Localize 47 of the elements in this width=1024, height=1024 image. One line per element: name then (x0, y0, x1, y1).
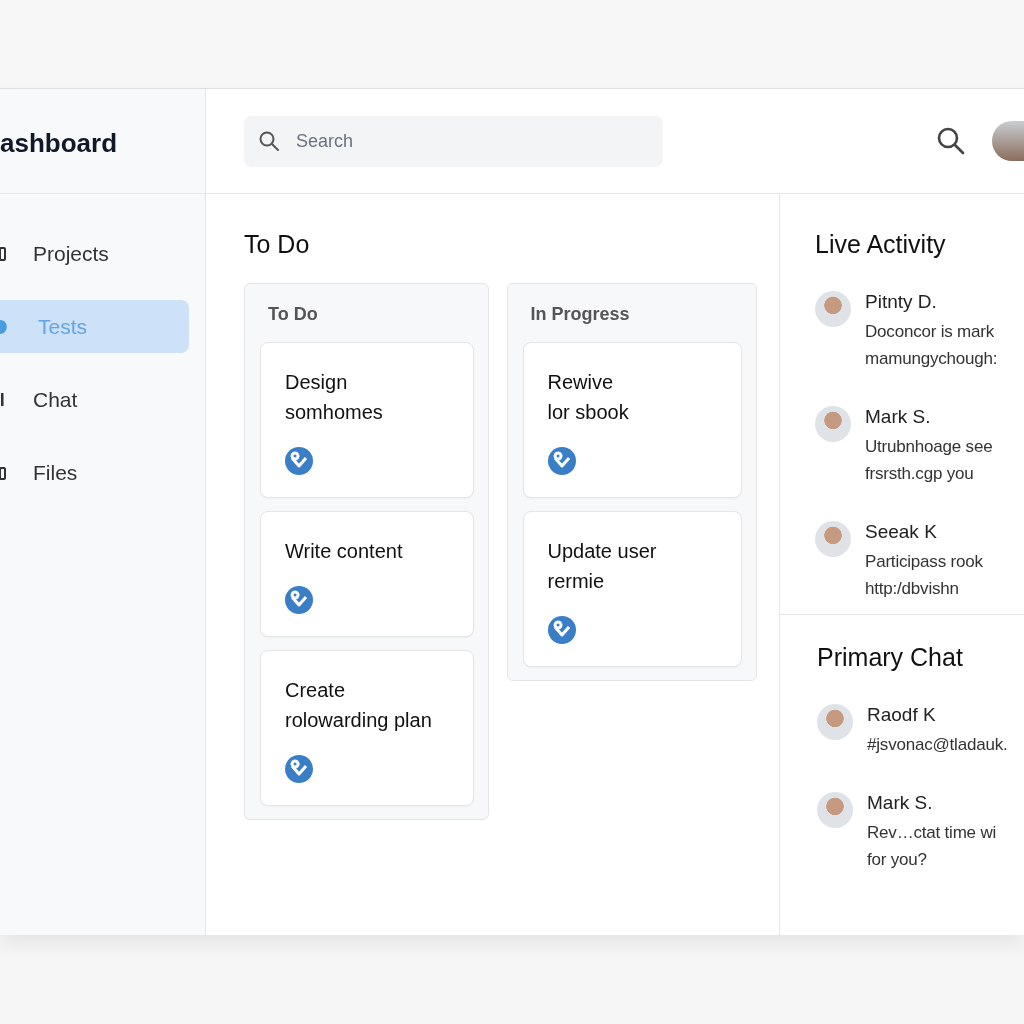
sidebar-item[interactable]: Files (0, 446, 189, 499)
search-input[interactable]: Search (294, 129, 649, 153)
user-name: Mark S. (865, 406, 932, 428)
badge-icon (547, 447, 576, 475)
activity-message: Participass rook http:/dbvishn (865, 551, 983, 600)
search-icon[interactable] (936, 126, 966, 156)
chat-message: Rev…ctat time wi for you? (867, 822, 997, 871)
task-title: Create rolowarding plan (285, 678, 433, 733)
search-field[interactable]: Search (244, 115, 663, 167)
task-card[interactable]: Update user rermie (522, 511, 742, 667)
nav-icon (0, 317, 7, 336)
column-title: To Do (268, 304, 319, 325)
task-card[interactable]: Rewive lor sbook (522, 342, 742, 498)
badge-icon (547, 616, 576, 644)
task-title: Rewive lor sbook (547, 370, 630, 425)
user-name: Pitnty D. (865, 291, 938, 313)
chat-message: #jsvonac@tladauk. (867, 734, 1008, 756)
user-name: Mark S. (867, 792, 934, 814)
task-title: Design somhomes (285, 370, 384, 425)
task-card[interactable]: Write content (260, 511, 474, 637)
board-title: To Do (244, 230, 311, 259)
user-name: Seeak K (865, 521, 938, 543)
nav-icon (0, 390, 7, 409)
avatar (815, 521, 851, 557)
activity-message: Doconcor is mark mamungychough: (865, 321, 998, 370)
badge-icon (285, 586, 313, 614)
avatar (817, 704, 853, 740)
task-title: Write content (285, 539, 404, 564)
panel-title: Live Activity (815, 230, 947, 259)
sidebar-item[interactable]: Chat (0, 373, 189, 426)
avatar (817, 792, 853, 828)
badge-icon (285, 755, 313, 783)
avatar (815, 406, 851, 442)
task-card[interactable]: Design somhomes (260, 342, 474, 498)
sidebar-item[interactable]: Projects (0, 227, 189, 280)
task-title: Update user rermie (547, 539, 658, 594)
app-title: ashboard (0, 89, 205, 194)
search-icon (258, 130, 280, 152)
badge-icon (285, 447, 313, 475)
avatar (815, 291, 851, 327)
column-title: In Progress (530, 304, 631, 325)
avatar[interactable] (992, 121, 1024, 161)
task-card[interactable]: Create rolowarding plan (260, 650, 474, 806)
activity-message: Utrubnhoage see frsrsth.cgp you (865, 436, 993, 485)
user-name: Raodf K (867, 704, 937, 726)
nav-icon (0, 244, 7, 263)
panel-title: Primary Chat (817, 643, 964, 672)
